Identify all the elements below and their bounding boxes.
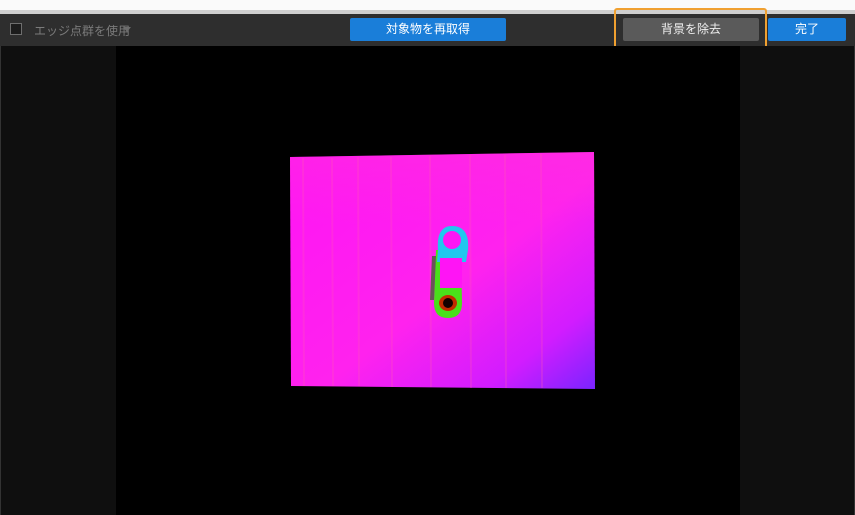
done-button[interactable]: 完了: [768, 18, 846, 41]
chevron-down-icon[interactable]: [123, 27, 131, 32]
app-window: エッジ点群を使用 対象物を再取得 背景を除去 完了: [0, 0, 855, 515]
reacquire-object-button[interactable]: 対象物を再取得: [350, 18, 506, 41]
edge-pointcloud-checkbox-label[interactable]: エッジ点群を使用: [34, 22, 130, 39]
viewport-canvas[interactable]: [116, 46, 740, 515]
pointcloud-viewport[interactable]: [0, 46, 855, 515]
top-strip: [0, 0, 855, 10]
toolbar: エッジ点群を使用 対象物を再取得 背景を除去 完了: [0, 14, 855, 46]
remove-background-button[interactable]: 背景を除去: [623, 18, 759, 41]
edge-pointcloud-checkbox[interactable]: [10, 23, 22, 35]
